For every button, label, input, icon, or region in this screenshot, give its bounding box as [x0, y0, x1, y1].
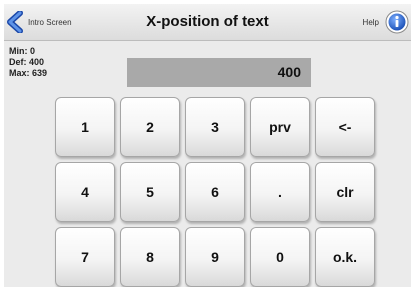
key-9[interactable]: 9: [185, 227, 245, 287]
help-button-label: Help: [362, 17, 379, 27]
key-7[interactable]: 7: [55, 227, 115, 287]
key-0[interactable]: 0: [250, 227, 310, 287]
min-value-label: Min: 0: [9, 46, 35, 56]
info-icon: [385, 10, 409, 34]
page-title: X-position of text: [146, 13, 269, 30]
key-2[interactable]: 2: [120, 97, 180, 157]
numeric-input-screen: Intro Screen X-position of text Help Min…: [4, 4, 411, 287]
title-bar: Intro Screen X-position of text Help: [4, 4, 411, 41]
key-4[interactable]: 4: [55, 162, 115, 222]
key-8[interactable]: 8: [120, 227, 180, 287]
max-value-label: Max: 639: [9, 68, 48, 78]
key-ok[interactable]: o.k.: [315, 227, 375, 287]
key-backspace[interactable]: <-: [315, 97, 375, 157]
key-1[interactable]: 1: [55, 97, 115, 157]
key-clear[interactable]: clr: [315, 162, 375, 222]
value-limits: Min: 0 Def: 400 Max: 639: [9, 46, 47, 79]
key-5[interactable]: 5: [120, 162, 180, 222]
key-6[interactable]: 6: [185, 162, 245, 222]
value-display: 400: [127, 58, 311, 87]
key-3[interactable]: 3: [185, 97, 245, 157]
default-value-label: Def: 400: [9, 57, 45, 67]
numeric-keypad: 1 2 3 prv <- 4 5 6 . clr 7 8 9 0 o.k.: [55, 97, 377, 287]
help-button[interactable]: Help: [363, 10, 409, 34]
key-decimal-point[interactable]: .: [250, 162, 310, 222]
key-previous[interactable]: prv: [250, 97, 310, 157]
